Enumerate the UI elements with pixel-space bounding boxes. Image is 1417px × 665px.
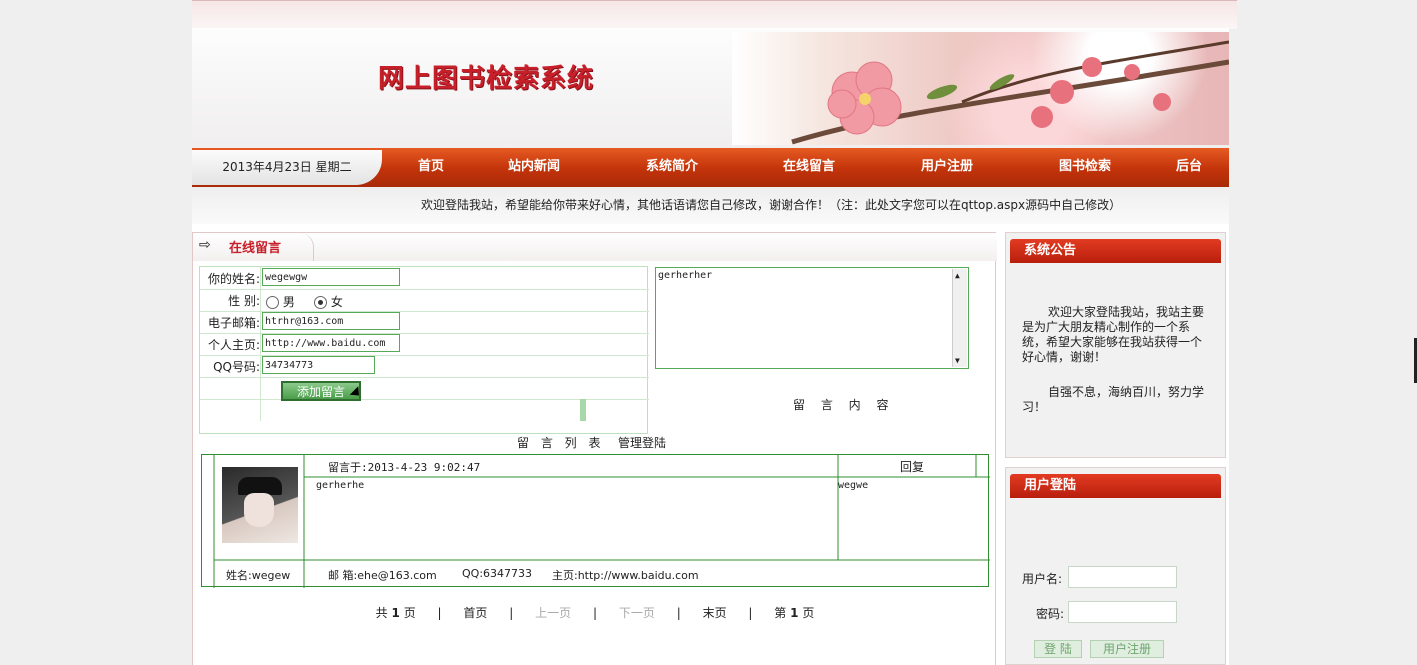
nav-item-message[interactable]: 在线留言 [783,148,835,187]
pager-first[interactable]: 首页 [463,606,487,620]
nav-item-admin[interactable]: 后台 [1176,148,1202,187]
form-row-email: 电子邮箱: htrhr@163.com [200,311,649,334]
avatar-face [244,493,274,527]
entry-content: gerherhe [316,480,365,491]
pager-total-pages: 1 [391,606,400,620]
username-input[interactable] [1068,566,1177,588]
form-divider [260,399,261,421]
message-list-title: 留 言 列 表 [517,436,605,450]
form-divider [260,311,261,333]
gender-female-label: 女 [330,295,343,309]
gender-male-label: 男 [282,295,295,309]
form-divider [260,333,261,355]
pager-current-prefix: 第 [774,606,787,620]
email-input[interactable]: htrhr@163.com [262,312,400,330]
notice-paragraph-1: 欢迎大家登陆我站，我站主要是为广大朋友精心制作的一个系统，希望大家能够在我站获得… [1022,305,1205,364]
nav-item-register[interactable]: 用户注册 [921,148,973,187]
arrow-right-icon: ⇨ [199,237,211,253]
pager-current-page: 1 [790,606,799,620]
nav-item-about[interactable]: 系统简介 [646,148,698,187]
nav-item-home[interactable]: 首页 [418,148,444,187]
sidebar: 系统公告 欢迎大家登陆我站，我站主要是为广大朋友精心制作的一个系统，希望大家能够… [1005,232,1226,665]
nav-item-book-search[interactable]: 图书检索 [1059,148,1111,187]
form-row-gender: 性 别: 男 女 [200,289,649,312]
qq-label: QQ号码: [213,360,260,374]
page-container: 网上图书检索系统 2013年4月23日 星期二 首页 站内新闻 系统简介 在线留… [192,0,1237,665]
gender-radio-group: 男 女 [262,290,552,310]
radio-female[interactable] [314,296,327,309]
form-row-submit [200,377,649,400]
form-row-empty [200,399,649,421]
homepage-input[interactable]: http://www.baidu.com [262,334,400,352]
form-row-name: 你的姓名: wegewgw [200,267,649,290]
form-row-qq: QQ号码: 34734773 [200,355,649,378]
password-label: 密码: [1036,607,1065,621]
register-button[interactable]: 用户注册 [1090,640,1164,658]
admin-login-link[interactable]: 管理登陆 [618,434,666,451]
message-form: 你的姓名: wegewgw 性 别: 男 女 电子邮箱: htrhr@163.c… [199,266,649,434]
pager-last[interactable]: 末页 [703,606,727,620]
entry-reply-header: 回复 [900,460,925,474]
form-divider [260,377,261,399]
notice-panel: 系统公告 欢迎大家登陆我站，我站主要是为广大朋友精心制作的一个系统，希望大家能够… [1005,232,1226,458]
nav-item-news[interactable]: 站内新闻 [508,148,560,187]
entry-reply: wegwe [838,480,869,491]
login-panel: 用户登陆 用户名: 密码: 登 陆 用户注册 [1005,467,1226,665]
login-button[interactable]: 登 陆 [1034,640,1082,658]
site-title: 网上图书检索系统 [378,64,595,94]
pager-separator: | [748,606,753,620]
peach-blossom-illustration [791,40,1229,145]
notice-paragraph-2: 自强不息，海纳百川，努力学习！ [1022,385,1205,414]
pager-current-unit: 页 [802,606,815,620]
password-input[interactable] [1068,601,1177,623]
welcome-bar: 欢迎登陆我站，希望能给你带来好心情，其他话语请您自己修改，谢谢合作！（注：此处文… [192,187,1229,224]
pager-separator: | [676,606,681,620]
pager-prev[interactable]: 上一页 [535,606,571,620]
pager-separator: | [437,606,442,620]
main-panel: ⇨ 在线留言 你的姓名: wegewgw 性 别: 男 女 电子邮箱: htrh… [192,232,997,665]
entry-homepage: 主页:http://www.baidu.com [552,569,699,582]
add-message-button[interactable]: 添加留言 [281,381,361,401]
name-label: 你的姓名: [207,272,260,286]
banner-flower-image [732,32,1229,145]
form-divider [260,289,261,311]
message-entry: 留言于:2013-4-23 9:02:47 回复 gerherhe wegwe … [201,454,990,588]
notice-body: 欢迎大家登陆我站，我站主要是为广大朋友精心制作的一个系统，希望大家能够在我站获得… [1022,305,1206,415]
gender-label: 性 别: [228,294,260,308]
pager-separator: | [509,606,514,620]
form-accent-bar [580,399,586,421]
nav-date: 2013年4月23日 星期二 [192,150,382,185]
message-text: gerherher [658,270,713,281]
avatar [222,467,298,543]
pager-next[interactable]: 下一页 [619,606,655,620]
pager-total-prefix: 共 [375,606,388,620]
form-divider [260,267,261,289]
entry-posted-at: 留言于:2013-4-23 9:02:47 [328,461,481,474]
form-divider [260,355,261,377]
tab-header: ⇨ 在线留言 [193,233,997,261]
entry-qq: QQ:6347733 [462,567,533,580]
qq-input[interactable]: 34734773 [262,356,375,374]
entry-email: 邮 箱:ehe@163.com [328,569,437,582]
notice-title: 系统公告 [1010,239,1221,263]
pager-total-unit: 页 [403,606,416,620]
tab-title: 在线留言 [229,241,282,256]
pager-separator: | [592,606,598,620]
message-textarea[interactable]: gerherher ▲ ▼ [655,267,969,369]
homepage-label: 个人主页: [207,338,260,352]
scroll-down-icon[interactable]: ▼ [955,356,960,365]
login-title: 用户登陆 [1010,474,1221,498]
email-label: 电子邮箱: [207,316,260,330]
radio-male[interactable] [266,296,279,309]
top-strip [192,0,1237,29]
textarea-scrollbar[interactable]: ▲ ▼ [952,269,967,367]
username-label: 用户名: [1022,572,1063,586]
scroll-up-icon[interactable]: ▲ [955,271,960,280]
name-input[interactable]: wegewgw [262,268,400,286]
message-content-label: 留 言 内 容 [793,398,895,412]
pagination: 共 1 页 | 首页 | 上一页 | 下一页 | 末页 | 第 1 页 [193,604,997,621]
welcome-text: 欢迎登陆我站，希望能给你带来好心情，其他话语请您自己修改，谢谢合作！（注：此处文… [421,198,1122,212]
entry-name: 姓名:wegew [226,569,291,582]
form-row-homepage: 个人主页: http://www.baidu.com [200,333,649,356]
